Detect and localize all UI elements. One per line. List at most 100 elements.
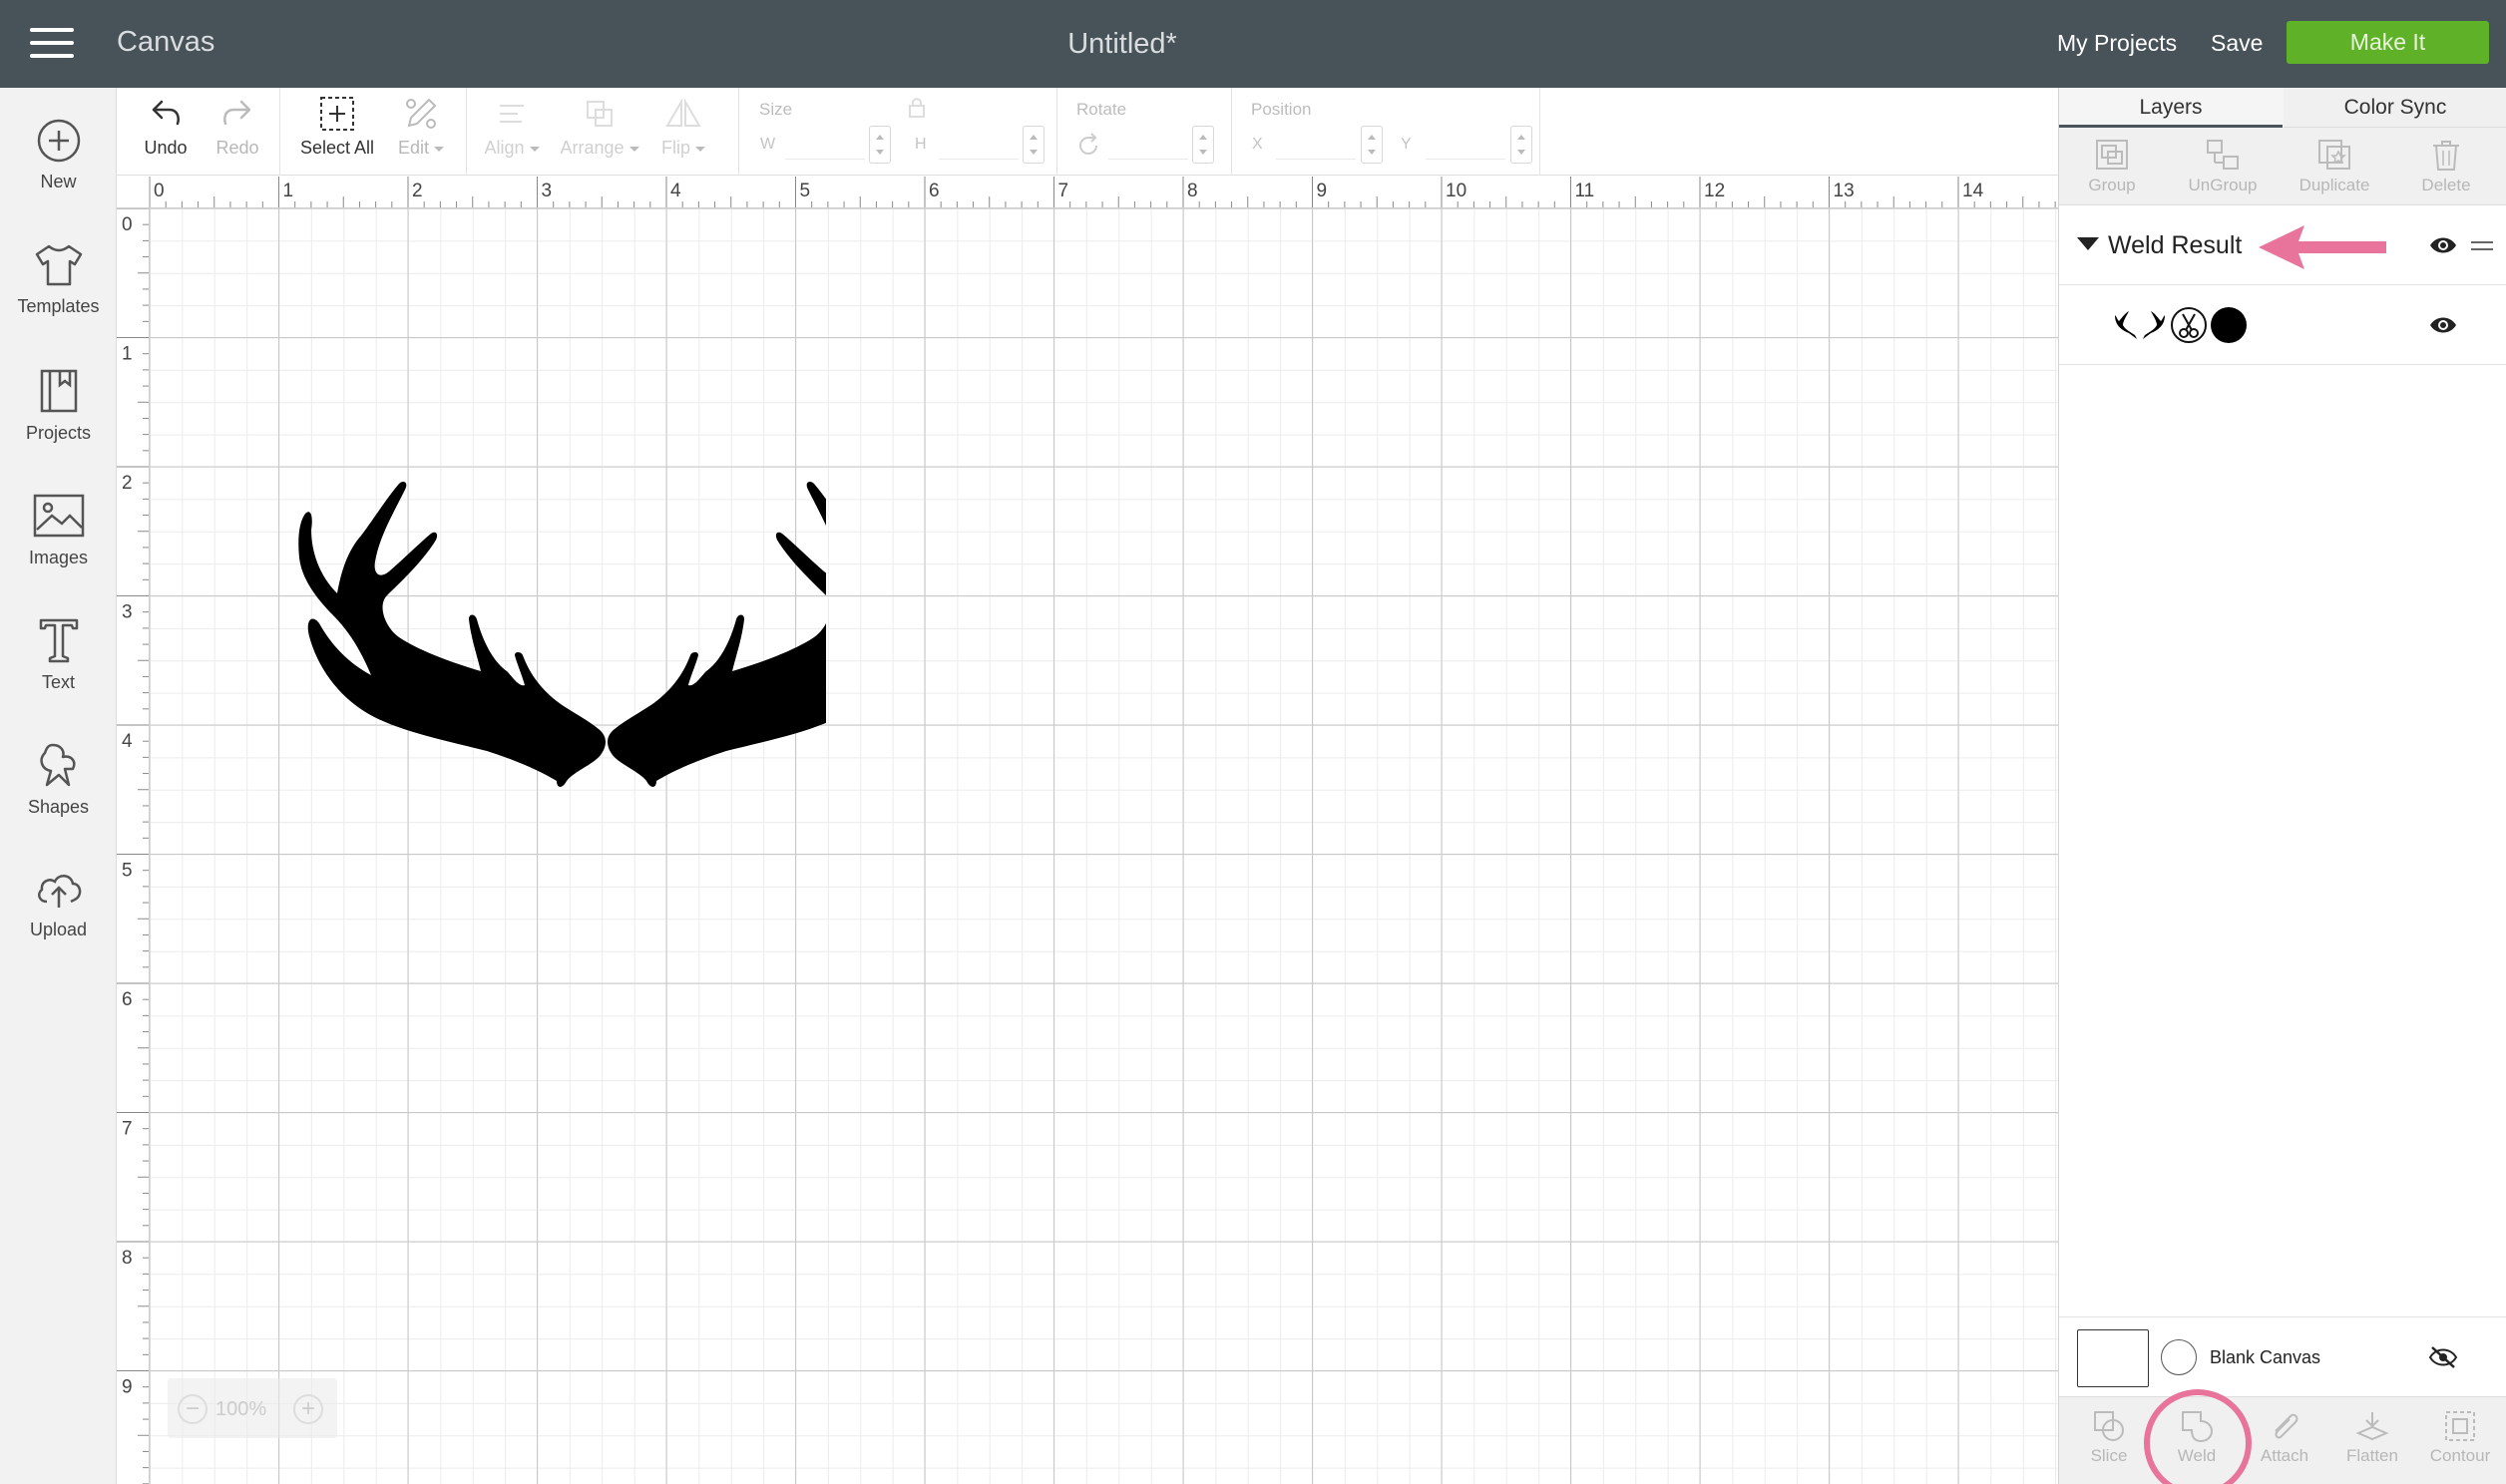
layer-color-swatch[interactable] xyxy=(2211,307,2247,343)
ruler-corner xyxy=(117,177,150,208)
rotate-stepper[interactable] xyxy=(1192,126,1214,164)
ruler-label: 1 xyxy=(122,344,133,365)
layer-group-row[interactable]: Weld Result xyxy=(2059,205,2506,285)
size-w-input[interactable] xyxy=(785,130,865,160)
eye-icon[interactable] xyxy=(2428,315,2458,335)
zoom-in-button[interactable]: + xyxy=(293,1394,323,1424)
tab-color-sync[interactable]: Color Sync xyxy=(2284,88,2506,128)
edit-icon xyxy=(406,98,437,129)
trash-icon xyxy=(2433,141,2459,171)
size-w-label: W xyxy=(760,136,776,153)
position-y-label: Y xyxy=(1401,136,1412,153)
ungroup-button[interactable]: UnGroup xyxy=(2173,138,2273,195)
save-button[interactable]: Save xyxy=(2211,30,2263,57)
ruler-label: 10 xyxy=(1446,181,1466,201)
antlers-design[interactable] xyxy=(267,452,826,831)
plus-circle-icon xyxy=(37,119,80,163)
redo-button[interactable]: Redo xyxy=(203,94,272,159)
align-dropdown[interactable]: Align xyxy=(476,94,548,159)
contour-button[interactable]: Contour xyxy=(2420,1409,2500,1466)
nav-shapes[interactable]: Shapes xyxy=(0,741,117,861)
my-projects-link[interactable]: My Projects xyxy=(2057,30,2177,57)
blank-canvas-swatch[interactable] xyxy=(2077,1329,2149,1387)
nav-label: Upload xyxy=(29,920,88,939)
align-icon xyxy=(500,105,524,123)
layer-row[interactable] xyxy=(2059,285,2506,365)
layers-panel: Layers Color Sync Group UnGroup Duplicat… xyxy=(2058,88,2506,1484)
ruler-label: 1 xyxy=(283,181,294,201)
attach-button[interactable]: Attach xyxy=(2245,1409,2324,1466)
position-y-stepper[interactable] xyxy=(1510,126,1532,164)
redo-icon xyxy=(223,100,251,126)
shapes-icon xyxy=(39,743,75,787)
ruler-label: 2 xyxy=(412,181,423,201)
position-y-input[interactable] xyxy=(1426,130,1505,160)
tab-layers[interactable]: Layers xyxy=(2059,88,2283,128)
ruler-label: 4 xyxy=(670,181,681,201)
edit-dropdown[interactable]: Edit xyxy=(386,94,456,159)
antler-left xyxy=(298,482,606,787)
layer-group-name: Weld Result xyxy=(2108,231,2243,259)
weld-button[interactable]: Weld xyxy=(2157,1409,2237,1466)
collapse-triangle-icon[interactable] xyxy=(2077,237,2099,250)
layers-list: Weld Result xyxy=(2059,205,2506,1402)
position-x-stepper[interactable] xyxy=(1361,126,1383,164)
zoom-control: − 100% + xyxy=(168,1378,337,1438)
group-button[interactable]: Group xyxy=(2062,138,2162,195)
ruler-label: 9 xyxy=(1317,181,1328,201)
nav-images[interactable]: Images xyxy=(0,492,117,611)
make-it-button[interactable]: Make It xyxy=(2287,21,2489,64)
ruler-label: 7 xyxy=(1058,181,1069,201)
duplicate-button[interactable]: Duplicate xyxy=(2285,138,2384,195)
flip-dropdown[interactable]: Flip xyxy=(651,94,715,159)
image-icon xyxy=(33,494,84,538)
flatten-button[interactable]: Flatten xyxy=(2332,1409,2412,1466)
eye-hidden-icon[interactable] xyxy=(2428,1345,2458,1369)
zoom-out-button[interactable]: − xyxy=(178,1394,208,1424)
delete-button[interactable]: Delete xyxy=(2396,138,2496,195)
layer-actions-bar: Group UnGroup Duplicate Delete xyxy=(2059,128,2506,205)
combine-actions-bar: Slice Weld Attach Flatten Contour xyxy=(2059,1389,2506,1484)
scissors-icon[interactable] xyxy=(2171,307,2207,343)
eye-icon[interactable] xyxy=(2428,235,2458,255)
select-all-button[interactable]: Select All xyxy=(292,94,382,159)
ruler-label: 7 xyxy=(122,1119,133,1140)
design-canvas[interactable] xyxy=(150,208,2058,1484)
flip-icon xyxy=(665,98,701,127)
rotate-icon xyxy=(1074,132,1102,165)
rotate-input[interactable] xyxy=(1108,130,1188,160)
tshirt-icon xyxy=(35,244,82,286)
arrange-dropdown[interactable]: Arrange xyxy=(554,94,645,159)
drag-handle-icon[interactable] xyxy=(2471,241,2493,255)
position-x-input[interactable] xyxy=(1276,130,1356,160)
flatten-icon xyxy=(2355,1412,2389,1441)
size-h-stepper[interactable] xyxy=(1023,126,1044,164)
size-w-stepper[interactable] xyxy=(869,126,891,164)
ruler-label: 12 xyxy=(1704,181,1725,201)
nav-projects[interactable]: Projects xyxy=(0,367,117,487)
antlers-thumbnail xyxy=(2115,311,2165,339)
horizontal-ruler: 0 1 2 3 4 5 6 7 8 9 10 11 12 13 14 xyxy=(150,177,2058,208)
panel-tabs: Layers Color Sync xyxy=(2059,88,2506,128)
toolbar-divider xyxy=(1231,88,1232,176)
toolbar-divider xyxy=(738,88,739,176)
undo-button[interactable]: Undo xyxy=(131,94,201,159)
top-bar: Canvas Untitled* My Projects Save Make I… xyxy=(0,0,2506,88)
antler-right xyxy=(608,482,826,787)
blank-canvas-color[interactable] xyxy=(2161,1339,2197,1375)
size-h-label: H xyxy=(915,136,927,153)
blank-canvas-row[interactable]: Blank Canvas xyxy=(2059,1316,2506,1396)
group-icon xyxy=(2096,140,2128,170)
duplicate-icon xyxy=(2318,140,2350,170)
nav-new[interactable]: New xyxy=(0,118,117,237)
nav-upload[interactable]: Upload xyxy=(0,866,117,985)
ruler-label: 4 xyxy=(122,731,133,752)
cloud-upload-icon xyxy=(37,875,81,908)
lock-icon[interactable] xyxy=(905,96,929,125)
size-h-input[interactable] xyxy=(939,130,1019,160)
position-section-title: Position xyxy=(1251,100,1312,119)
nav-templates[interactable]: Templates xyxy=(0,242,117,362)
ungroup-icon xyxy=(2207,140,2239,170)
slice-button[interactable]: Slice xyxy=(2069,1409,2149,1466)
nav-text[interactable]: Text xyxy=(0,616,117,736)
